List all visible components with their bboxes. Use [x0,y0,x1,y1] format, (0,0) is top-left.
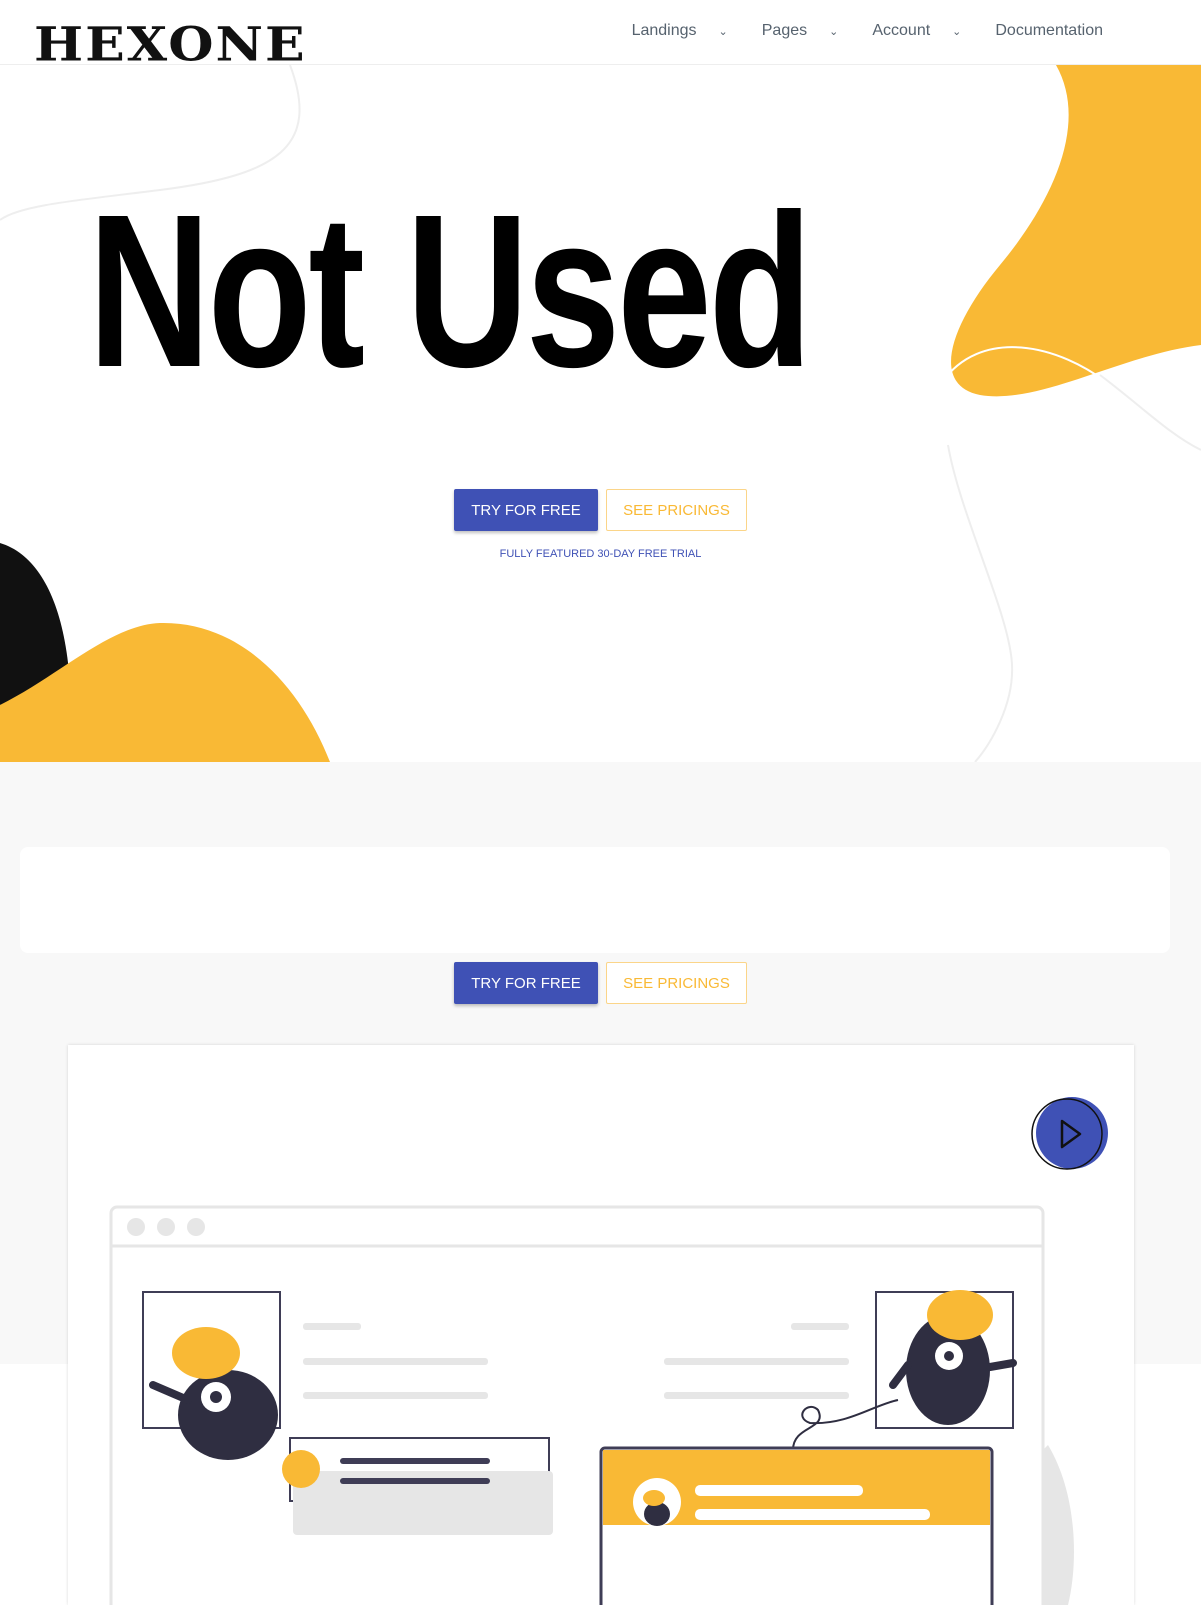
nav-item-pages[interactable]: Pages ⌄ [762,22,839,40]
chevron-down-icon: ⌄ [829,25,839,38]
video-card [68,1045,1134,1605]
hero-title: Not Used [88,170,812,413]
illustration [109,1205,1074,1605]
try-for-free-button-2[interactable]: TRY FOR FREE [454,962,598,1004]
nav-label: Account [872,22,931,39]
see-pricings-button[interactable]: SEE PRICINGS [606,489,747,531]
nav-item-account[interactable]: Account ⌄ [872,22,961,40]
empty-card [20,847,1170,953]
play-icon [1031,1097,1108,1170]
nav-item-landings[interactable]: Landings ⌄ [632,22,728,40]
nav-item-documentation[interactable]: Documentation [995,22,1103,40]
chevron-down-icon: ⌄ [718,25,728,38]
play-video-button[interactable] [1031,1097,1109,1173]
navbar: HEXONE Landings ⌄ Pages ⌄ Account ⌄ Documen… [0,0,1201,72]
trial-note: FULLY FEATURED 30-DAY FREE TRIAL [499,548,702,560]
nav-label: Landings [631,22,697,39]
nav-label: Documentation [995,22,1103,39]
chevron-down-icon: ⌄ [952,25,962,38]
see-pricings-button-2[interactable]: SEE PRICINGS [606,962,747,1004]
logo[interactable]: HEXONE [34,17,307,72]
hero-section: Not Used [0,65,1201,762]
nav-menu: Landings ⌄ Pages ⌄ Account ⌄ Documentation [632,22,1103,40]
try-for-free-button[interactable]: TRY FOR FREE [454,489,598,531]
nav-label: Pages [761,22,808,39]
